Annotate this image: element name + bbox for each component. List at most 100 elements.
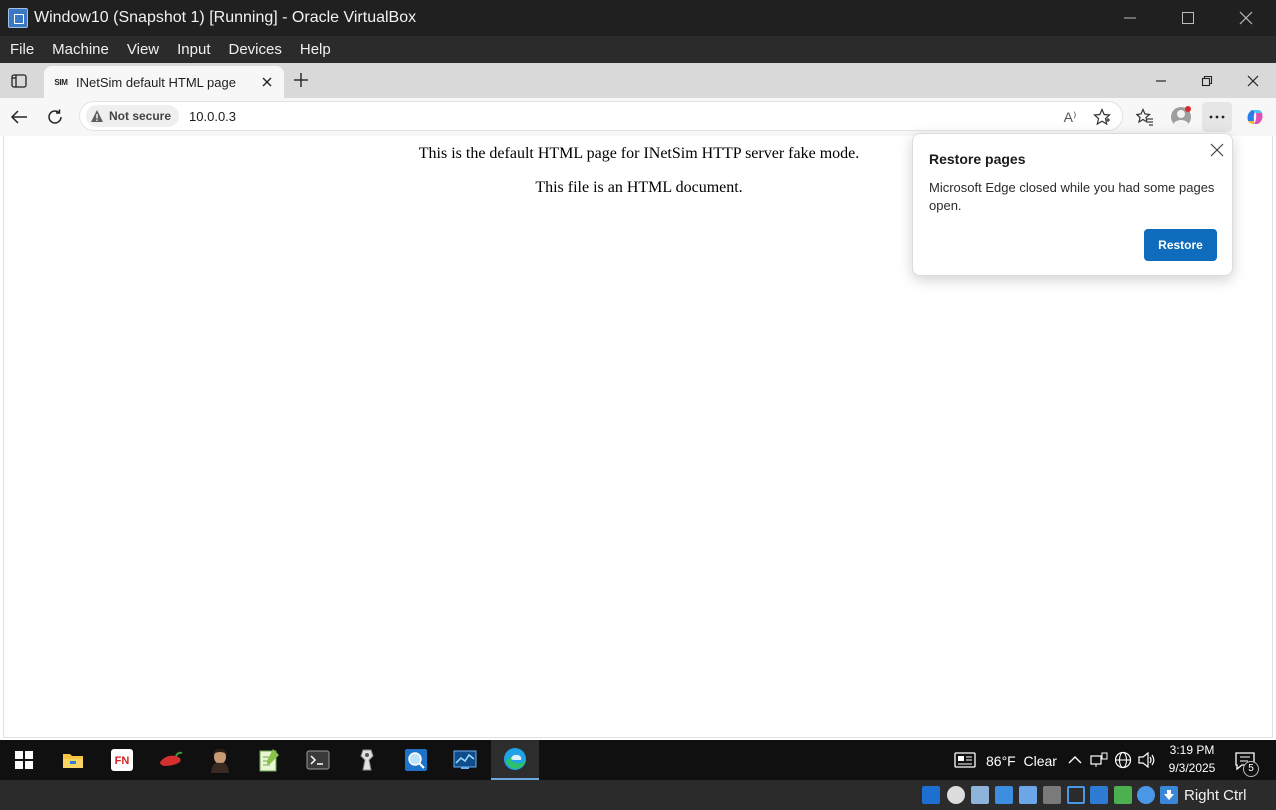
fakenet-icon: FN — [111, 749, 133, 771]
tab-title: INetSim default HTML page — [76, 74, 236, 90]
back-button[interactable] — [5, 103, 33, 131]
network-status-icon[interactable] — [995, 786, 1013, 804]
taskbar-terminal[interactable] — [294, 740, 342, 780]
clock-time[interactable]: 3:19 PM — [1158, 743, 1226, 757]
favorites-icon — [1136, 108, 1153, 126]
chevron-up-icon — [1068, 756, 1082, 764]
recording-status-icon[interactable] — [1090, 786, 1108, 804]
monitor-chart-icon — [453, 750, 477, 769]
copilot-icon — [1247, 110, 1263, 124]
more-dots-icon — [1209, 115, 1225, 119]
popup-title: Restore pages — [929, 151, 1026, 167]
restore-pages-popup: Restore pages Microsoft Edge closed whil… — [912, 133, 1233, 276]
close-button[interactable] — [1217, 0, 1275, 36]
maximize-icon — [1182, 12, 1194, 24]
security-indicator[interactable]: Not secure — [86, 105, 180, 127]
tray-language[interactable] — [1114, 751, 1132, 769]
browser-tabstrip: SIM INetSim default HTML page — [0, 63, 1276, 98]
refresh-button[interactable] — [41, 103, 69, 131]
star-icon — [1093, 108, 1111, 126]
start-button[interactable] — [0, 740, 48, 780]
minimize-icon — [1156, 80, 1166, 82]
taskbar-fakenet[interactable]: FN — [98, 740, 146, 780]
keyboard-capture-icon[interactable] — [1160, 786, 1178, 804]
network-icon — [1090, 752, 1108, 767]
weather-widget[interactable]: 86°F Clear — [986, 753, 1057, 769]
tray-network[interactable] — [1090, 751, 1108, 769]
address-bar[interactable]: Not secure 10.0.0.3 A⁾ — [79, 101, 1123, 131]
close-icon — [1239, 11, 1253, 25]
terminal-icon — [306, 750, 330, 770]
menu-help[interactable]: Help — [290, 36, 339, 63]
tab-close-icon[interactable] — [260, 75, 274, 89]
maximize-button[interactable] — [1159, 0, 1217, 36]
taskbar: FN 86°F Clear 3:19 PM 9/3/2025 5 — [0, 740, 1276, 780]
warning-icon — [91, 110, 103, 122]
taskbar-system-informer[interactable] — [343, 740, 391, 780]
copilot-button[interactable] — [1241, 103, 1269, 131]
folder-icon — [63, 754, 83, 768]
popup-message: Microsoft Edge closed while you had some… — [929, 180, 1215, 213]
taskbar-process-explorer[interactable] — [392, 740, 440, 780]
tray-volume[interactable] — [1138, 751, 1156, 769]
taskbar-pepper-app[interactable] — [147, 740, 195, 780]
not-secure-label: Not secure — [109, 109, 172, 123]
svg-text:FN: FN — [115, 755, 130, 767]
optical-drive-status-icon[interactable] — [947, 786, 965, 804]
taskbar-file-explorer[interactable] — [49, 740, 97, 780]
pepper-icon — [160, 751, 183, 766]
taskbar-resource-monitor[interactable] — [441, 740, 489, 780]
restore-button[interactable]: Restore — [1144, 229, 1217, 261]
browser-restore-button[interactable] — [1187, 67, 1227, 95]
url-text[interactable]: 10.0.0.3 — [189, 109, 236, 124]
menu-machine[interactable]: Machine — [42, 36, 117, 63]
weather-news-icon[interactable] — [954, 751, 976, 769]
menu-devices[interactable]: Devices — [219, 36, 290, 63]
minimize-button[interactable] — [1101, 0, 1159, 36]
shared-folders-status-icon[interactable] — [1043, 786, 1061, 804]
new-tab-button[interactable] — [290, 69, 312, 91]
refresh-icon — [48, 109, 62, 124]
tab-actions-button[interactable] — [6, 69, 32, 93]
system-informer-icon — [360, 749, 374, 771]
menu-file[interactable]: File — [0, 36, 42, 63]
arrow-down-icon — [1164, 790, 1174, 800]
mouse-integration-status-icon[interactable] — [1137, 786, 1155, 804]
show-hidden-icons-button[interactable] — [1066, 751, 1084, 769]
usb-status-icon[interactable] — [1019, 786, 1037, 804]
audio-status-icon[interactable] — [971, 786, 989, 804]
clock-date[interactable]: 9/3/2025 — [1158, 761, 1226, 775]
add-favorite-button[interactable] — [1092, 107, 1112, 127]
browser-toolbar: Not secure 10.0.0.3 A⁾ — [0, 98, 1276, 136]
browser-close-button[interactable] — [1233, 67, 1273, 95]
menu-view[interactable]: View — [117, 36, 167, 63]
magnifier-icon — [405, 749, 427, 771]
favorites-button[interactable] — [1131, 103, 1159, 131]
virtualization-status-icon[interactable] — [1114, 786, 1132, 804]
close-icon[interactable] — [1209, 142, 1225, 158]
restore-window-icon — [1201, 75, 1213, 87]
taskbar-portrait-app[interactable] — [196, 740, 244, 780]
taskbar-notepad-plus[interactable] — [245, 740, 293, 780]
virtualbox-menubar: File Machine View Input Devices Help — [0, 36, 1276, 63]
taskbar-edge[interactable] — [491, 740, 539, 780]
virtualbox-statusbar: Right Ctrl — [0, 780, 1276, 810]
display-status-icon[interactable] — [1067, 786, 1085, 804]
profile-button[interactable] — [1167, 103, 1195, 131]
close-icon — [1247, 75, 1259, 87]
window-title: Window10 (Snapshot 1) [Running] - Oracle… — [34, 9, 417, 26]
read-aloud-icon[interactable]: A⁾ — [1060, 107, 1080, 127]
speaker-icon — [1138, 752, 1155, 768]
menu-input[interactable]: Input — [167, 36, 218, 63]
hard-disk-status-icon[interactable] — [922, 786, 940, 804]
weather-condition: Clear — [1023, 753, 1057, 769]
portrait-icon — [211, 748, 229, 773]
settings-and-more-button[interactable] — [1202, 102, 1232, 132]
browser-minimize-button[interactable] — [1141, 67, 1181, 95]
globe-icon — [1114, 751, 1132, 769]
back-arrow-icon — [10, 110, 27, 124]
edge-icon — [504, 748, 526, 770]
tab-inetsim[interactable]: SIM INetSim default HTML page — [44, 66, 284, 98]
minimize-icon — [1124, 17, 1136, 19]
virtualbox-app-icon — [8, 8, 28, 28]
